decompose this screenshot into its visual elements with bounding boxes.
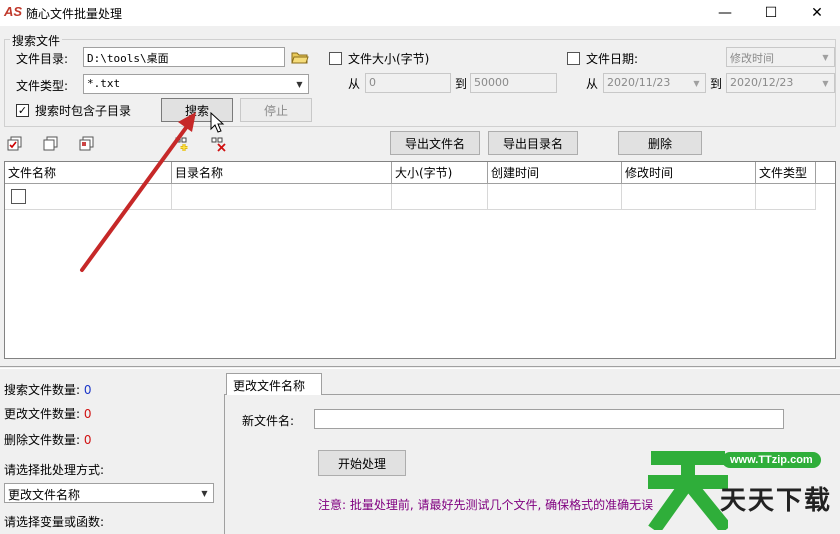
mouse-cursor-icon: [210, 112, 225, 133]
watermark-text: 天天下载: [720, 486, 833, 516]
tian-logo-icon: [648, 451, 728, 530]
watermark: www.TTzip.com 天天下载: [648, 440, 838, 534]
watermark-url: www.TTzip.com: [722, 452, 821, 468]
